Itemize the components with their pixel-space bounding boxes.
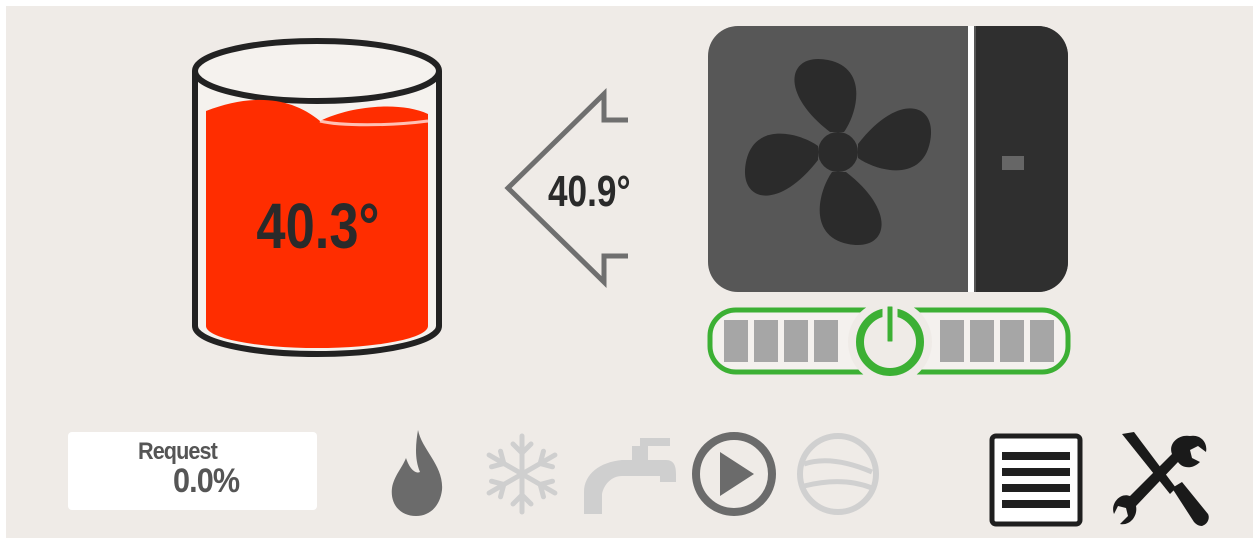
heat-pump-fan-icon[interactable] bbox=[706, 24, 1070, 294]
flow-temperature: 40.9° bbox=[548, 167, 631, 216]
tools-icon[interactable] bbox=[1112, 430, 1212, 530]
flow-arrow-icon: 40.9° bbox=[504, 88, 631, 288]
pump-icon bbox=[692, 432, 776, 516]
faucet-icon bbox=[584, 438, 676, 514]
compressor-icon bbox=[797, 433, 879, 515]
water-tank-icon[interactable]: 40.3° bbox=[190, 26, 445, 371]
menu-icon[interactable] bbox=[988, 432, 1084, 528]
request-panel: Request 0.0% bbox=[68, 432, 317, 510]
power-button-icon[interactable] bbox=[704, 300, 1074, 386]
snowflake-icon bbox=[486, 433, 558, 515]
flame-icon bbox=[391, 430, 443, 516]
tank-temperature: 40.3° bbox=[256, 191, 379, 262]
request-value: 0.0% bbox=[173, 462, 240, 500]
